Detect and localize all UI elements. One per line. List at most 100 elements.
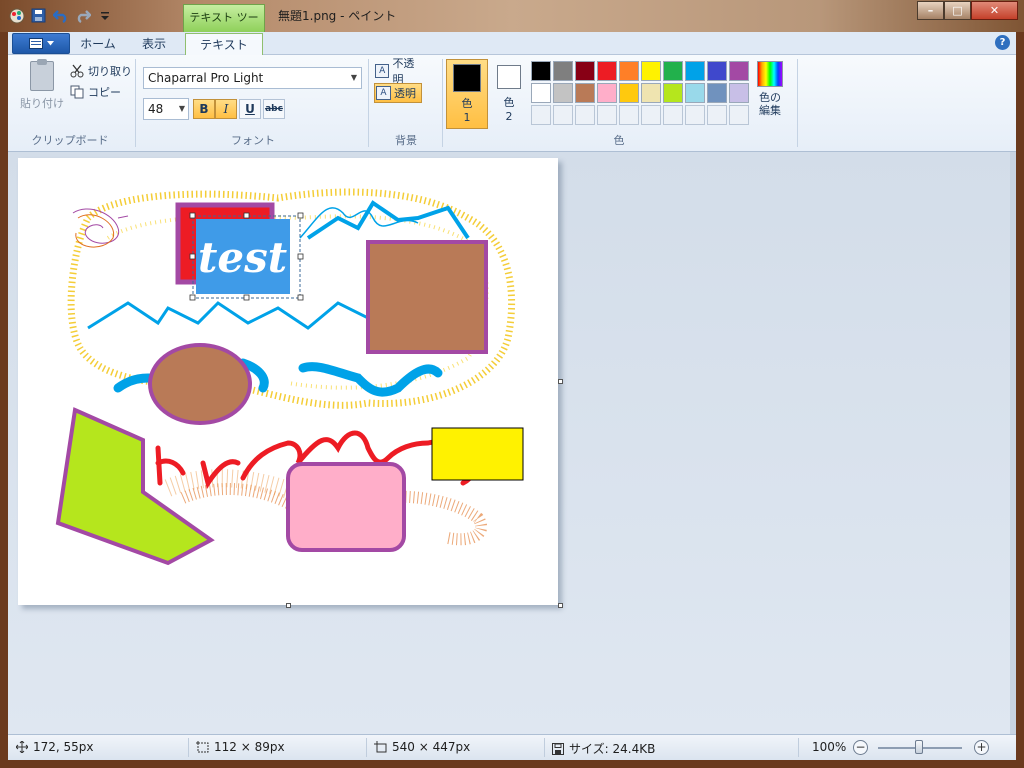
palette-custom-slot[interactable] [597,105,617,125]
image-size-value: 540 × 447px [392,740,471,754]
zoom-slider-thumb[interactable] [915,740,923,754]
palette-custom-slot[interactable] [575,105,595,125]
canvas-drawing: test [55,188,524,566]
color2-swatch [497,65,521,89]
palette-custom-slot[interactable] [619,105,639,125]
palette-swatch[interactable] [553,83,573,103]
palette-custom-slot[interactable] [729,105,749,125]
copy-label: コピー [88,86,121,99]
palette-swatch[interactable] [663,83,683,103]
palette-swatch[interactable] [619,61,639,81]
selection-size-icon [196,741,209,753]
drawing-canvas[interactable]: test [18,158,558,605]
palette-swatch[interactable] [729,61,749,81]
palette-custom-slot[interactable] [531,105,551,125]
palette-swatch[interactable] [597,83,617,103]
bold-button[interactable]: B [193,99,215,119]
customize-qat-icon[interactable] [96,7,113,24]
font-size-value: 48 [148,102,164,116]
palette-swatch[interactable] [685,61,705,81]
palette-swatch[interactable] [663,61,683,81]
transparent-button[interactable]: A 透明 [374,83,422,103]
canvas-resize-handle-right[interactable] [558,379,563,384]
palette-swatch[interactable] [707,83,727,103]
yellow-rectangle [431,427,524,481]
palette-custom-slot[interactable] [707,105,727,125]
undo-icon[interactable] [52,7,69,24]
window-title: 無題1.png - ペイント [278,9,397,23]
color1-swatch [453,64,481,92]
cursor-position-value: 172, 55px [33,740,94,754]
maximize-button[interactable]: □ [944,1,971,20]
paint-app-icon[interactable] [8,7,25,24]
minimize-button[interactable]: – [917,1,944,20]
palette-swatch[interactable] [575,83,595,103]
canvas-workspace: test [8,152,1016,734]
canvas-resize-handle-bottom[interactable] [286,603,291,608]
redo-icon[interactable] [74,7,91,24]
edit-colors-button[interactable]: 色の 編集 [754,61,786,117]
status-separator [366,738,367,757]
color2-button[interactable]: 色 2 [488,59,530,129]
palette-swatch[interactable] [575,61,595,81]
font-family-value: Chaparral Pro Light [148,71,264,85]
selection-size-value: 112 × 89px [214,740,285,754]
workspace-edge [1010,152,1016,734]
palette-swatch[interactable] [619,83,639,103]
font-family-dropdown[interactable]: Chaparral Pro Light ▼ [143,67,362,89]
status-bar: 172, 55px 112 × 89px 540 × 447px サイズ: 24… [8,734,1016,760]
palette-swatch[interactable] [641,61,661,81]
tab-text[interactable]: テキスト [185,33,263,56]
canvas-resize-handle-corner[interactable] [558,603,563,608]
palette-swatch[interactable] [641,83,661,103]
cursor-position: 172, 55px [16,740,94,754]
palette-swatch[interactable] [531,61,551,81]
quick-access-toolbar [8,7,113,24]
edit-colors-label-2: 編集 [759,104,781,117]
title-bar: テキスト ツール 無題1.png - ペイント – □ ✕ [0,0,1024,50]
application-menu-button[interactable] [12,33,70,54]
palette-swatch[interactable] [531,83,551,103]
zoom-level: 100% [812,740,847,754]
close-button[interactable]: ✕ [971,1,1018,20]
palette-custom-slot[interactable] [553,105,573,125]
palette-swatch[interactable] [729,83,749,103]
cut-button[interactable]: 切り取り [70,63,132,79]
underline-button[interactable]: U [239,99,261,119]
zoom-in-button[interactable]: + [974,740,989,755]
palette-custom-slot[interactable] [685,105,705,125]
group-separator [368,59,369,147]
color-spectrum-icon [757,61,783,87]
file-size-value: サイズ: 24.4KB [569,742,656,756]
brown-ellipse [148,343,252,425]
opaque-button[interactable]: A 不透明 [374,57,424,86]
zoom-out-button[interactable]: − [853,740,868,755]
paste-button[interactable]: 貼り付け [18,59,66,117]
palette-swatch[interactable] [597,61,617,81]
palette-swatch[interactable] [553,61,573,81]
tab-view[interactable]: 表示 [126,33,182,55]
italic-button[interactable]: I [215,99,237,119]
palette-custom-slot[interactable] [641,105,661,125]
help-icon[interactable]: ? [995,35,1010,50]
copy-icon [70,85,84,99]
color2-index: 2 [505,110,513,123]
palette-swatch[interactable] [707,61,727,81]
chevron-down-icon [46,41,54,46]
window-controls: – □ ✕ [917,1,1018,20]
strikethrough-button[interactable]: abc [263,99,285,119]
ribbon-panel: 貼り付け 切り取り コピー クリップボード Chaparral Pro Ligh… [8,55,1016,152]
tab-home[interactable]: ホーム [70,33,126,55]
copy-button[interactable]: コピー [70,84,121,100]
transparent-icon: A [376,86,391,100]
save-icon[interactable] [30,7,47,24]
background-group-label: 背景 [395,134,417,147]
color1-button[interactable]: 色 1 [446,59,488,129]
font-size-dropdown[interactable]: 48 ▼ [143,98,189,120]
group-separator [135,59,136,147]
palette-swatch[interactable] [685,83,705,103]
color1-label: 色 [461,97,473,110]
image-size-icon [374,741,387,753]
paste-label: 貼り付け [20,97,64,110]
palette-custom-slot[interactable] [663,105,683,125]
